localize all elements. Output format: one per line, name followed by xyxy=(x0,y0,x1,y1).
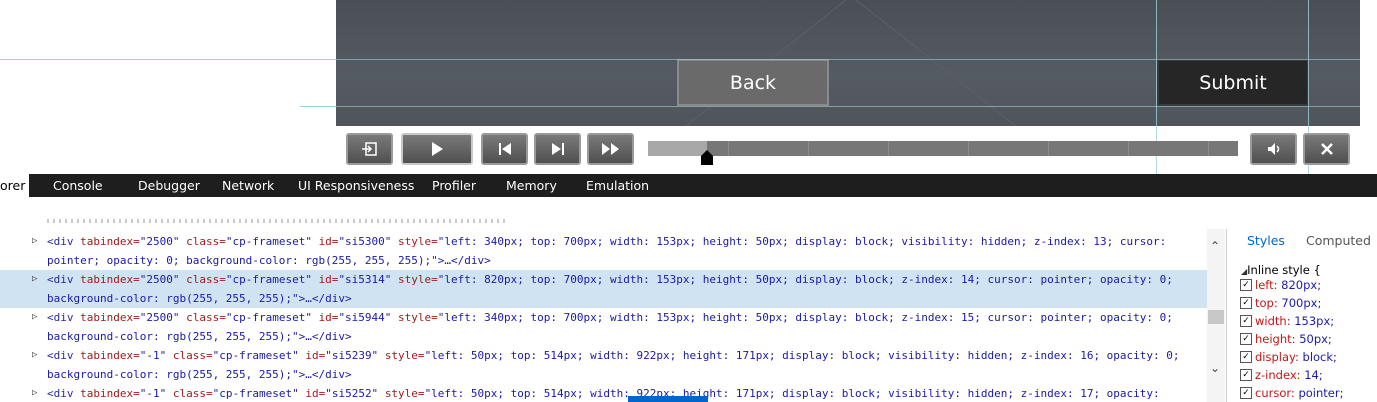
tab-debugger[interactable]: Debugger xyxy=(138,174,200,197)
scroll-down-icon[interactable]: ⌄ xyxy=(1210,361,1220,375)
dom-node[interactable]: <div tabindex="-1" class="cp-frameset" i… xyxy=(47,346,1180,365)
style-property[interactable]: ✓ cursor: pointer; xyxy=(1240,384,1343,402)
devtools-tabbar: orer Console Debugger Network UI Respons… xyxy=(0,174,1377,197)
rule-header: ◢Inline style { xyxy=(1241,263,1321,277)
style-property[interactable]: ✓ display: block; xyxy=(1240,348,1337,366)
rewind-button[interactable] xyxy=(481,133,528,165)
progress-scrubber[interactable] xyxy=(648,141,1238,165)
scroll-up-icon[interactable]: ⌃ xyxy=(1210,239,1220,253)
styles-pane: Styles Computed ◢Inline style { ✓ left: 8… xyxy=(1227,229,1377,402)
checkbox[interactable]: ✓ xyxy=(1240,369,1252,381)
style-property[interactable]: ✓ top: 700px; xyxy=(1240,294,1321,312)
tab-dom-explorer[interactable]: orer xyxy=(0,174,29,197)
checkbox[interactable]: ✓ xyxy=(1240,315,1252,327)
scrollbar-thumb[interactable] xyxy=(1208,310,1224,324)
dom-node[interactable]: <div tabindex="2500" class="cp-frameset"… xyxy=(47,232,1166,251)
close-button[interactable] xyxy=(1303,133,1350,165)
dom-node-continuation: background-color: rgb(255, 255, 255);">…… xyxy=(47,292,352,305)
expand-triangle-icon[interactable]: ▷ xyxy=(32,270,37,289)
dom-node-continuation: background-color: rgb(255, 255, 255);">…… xyxy=(47,368,352,381)
expand-triangle-icon[interactable]: ▷ xyxy=(32,308,37,327)
tab-emulation[interactable]: Emulation xyxy=(586,174,649,197)
fast-forward-icon xyxy=(601,143,619,155)
play-button[interactable] xyxy=(401,133,473,165)
tab-ui-responsiveness[interactable]: UI Responsiveness xyxy=(298,174,414,197)
fast-forward-button[interactable] xyxy=(587,133,634,165)
expand-triangle-icon[interactable]: ▷ xyxy=(32,232,37,251)
submit-button[interactable]: Submit xyxy=(1157,59,1309,106)
dom-tree-scrollbar[interactable]: ⌃ ⌄ xyxy=(1207,229,1225,402)
expand-triangle-icon[interactable]: ▷ xyxy=(32,384,37,402)
slide-stage: Back Submit xyxy=(336,0,1360,126)
style-property[interactable]: ✓ width: 153px; xyxy=(1240,312,1334,330)
dom-node[interactable]: <div tabindex="2500" class="cp-frameset"… xyxy=(47,308,1173,327)
horizontal-scroll-indicator[interactable] xyxy=(628,396,708,402)
style-property[interactable]: ✓ height: 50px; xyxy=(1240,330,1332,348)
progress-fill xyxy=(648,141,707,156)
exit-button[interactable] xyxy=(346,133,393,165)
exit-icon xyxy=(361,142,377,156)
tab-styles[interactable]: Styles xyxy=(1247,233,1285,248)
checkbox[interactable]: ✓ xyxy=(1240,387,1252,399)
checkbox[interactable]: ✓ xyxy=(1240,333,1252,345)
dom-tree: ▷ <div tabindex="2500" class="cp-framese… xyxy=(0,229,1207,402)
audio-button[interactable] xyxy=(1250,133,1297,165)
speaker-icon xyxy=(1267,143,1279,155)
skip-forward-icon xyxy=(551,143,564,155)
tab-computed[interactable]: Computed xyxy=(1306,233,1371,248)
expand-triangle-icon[interactable]: ▷ xyxy=(32,346,37,365)
dom-node-continuation: background-color: rgb(255, 255, 255);">…… xyxy=(47,330,352,343)
tab-profiler[interactable]: Profiler xyxy=(432,174,476,197)
dom-node-continuation: pointer; opacity: 0; background-color: r… xyxy=(47,254,491,267)
close-icon xyxy=(1320,143,1333,155)
tab-memory[interactable]: Memory xyxy=(506,174,557,197)
tab-network[interactable]: Network xyxy=(222,174,274,197)
checkbox[interactable]: ✓ xyxy=(1240,351,1252,363)
style-property[interactable]: ✓ left: 820px; xyxy=(1240,276,1321,294)
checkbox[interactable]: ✓ xyxy=(1240,297,1252,309)
checkbox[interactable]: ✓ xyxy=(1240,279,1252,291)
scrubber-handle-base[interactable] xyxy=(701,156,713,165)
style-property[interactable]: ✓ z-index: 14; xyxy=(1240,366,1323,384)
dom-tree-top-area xyxy=(0,197,1226,229)
dom-node[interactable]: <div tabindex="-1" class="cp-frameset" i… xyxy=(47,384,1160,402)
play-icon xyxy=(432,142,443,156)
skip-back-icon xyxy=(498,143,511,155)
forward-button[interactable] xyxy=(534,133,581,165)
dom-node-selected[interactable]: <div tabindex="2500" class="cp-frameset"… xyxy=(47,270,1173,289)
back-button[interactable]: Back xyxy=(677,59,829,106)
tab-console[interactable]: Console xyxy=(53,174,103,197)
